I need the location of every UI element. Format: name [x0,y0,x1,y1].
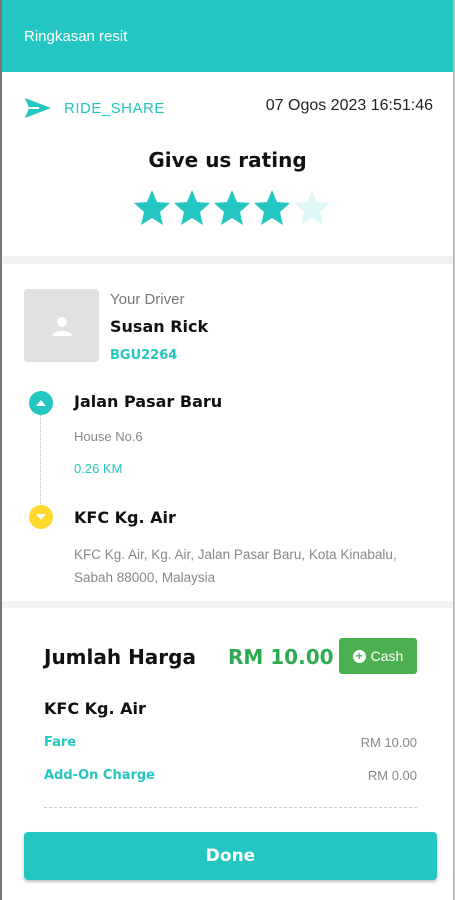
app-bar-title: Ringkasan resit [24,28,128,45]
total-label: Jumlah Harga [44,645,196,669]
pickup-name: Jalan Pasar Baru [74,392,223,411]
trip-summary-card: RIDE_SHARE 07 Ogos 2023 16:51:46 Give us… [2,72,453,256]
person-icon [51,316,72,336]
driver-name: Susan Rick [110,317,209,336]
star-icon-filled[interactable] [252,188,292,226]
fare-value: RM 10.00 [360,735,417,750]
pickup-marker [29,391,53,415]
service-type: RIDE_SHARE [24,97,165,119]
pickup-detail: House No.6 [74,429,143,444]
payment-method-button[interactable]: + Cash [339,638,417,674]
trip-distance: 0.26 KM [74,461,123,476]
avatar [24,289,99,362]
destination-title: KFC Kg. Air [44,699,146,718]
driver-caption: Your Driver [110,291,185,308]
payment-card: Jumlah Harga RM 10.00 + Cash KFC Kg. Air… [2,608,453,900]
dropoff-name: KFC Kg. Air [74,508,176,527]
chevron-down-icon [36,514,46,520]
divider [44,807,417,808]
fare-row: Fare RM 10.00 [44,735,417,750]
rating-title: Give us rating [148,148,307,172]
addon-label: Add-On Charge [44,768,156,783]
vehicle-plate: BGU2264 [110,348,178,363]
star-icon-filled[interactable] [212,188,252,226]
rating-stars[interactable] [132,188,332,226]
star-icon-filled[interactable] [132,188,172,226]
plus-circle-icon: + [352,649,366,663]
driver-route-card: Your Driver Susan Rick BGU2264 Jalan Pas… [2,264,453,601]
payment-method-label: Cash [370,648,404,664]
trip-datetime: 07 Ogos 2023 16:51:46 [265,97,433,114]
addon-row: Add-On Charge RM 0.00 [44,768,417,783]
dropoff-address: KFC Kg. Air, Kg. Air, Jalan Pasar Baru, … [74,547,397,585]
app-bar: Ringkasan resit [2,0,453,72]
total-amount: RM 10.00 [228,645,334,669]
fare-label: Fare [44,735,77,750]
chevron-up-icon [36,400,46,406]
star-icon-empty[interactable] [292,188,332,226]
send-icon [25,98,51,118]
addon-value: RM 0.00 [367,768,417,783]
receipt-screen: Ringkasan resit RIDE_SHARE 07 Ogos 2023 … [0,0,455,900]
star-icon-filled[interactable] [172,188,212,226]
done-button[interactable]: Done [24,832,437,880]
dropoff-marker [29,505,53,529]
service-label: RIDE_SHARE [64,99,165,117]
